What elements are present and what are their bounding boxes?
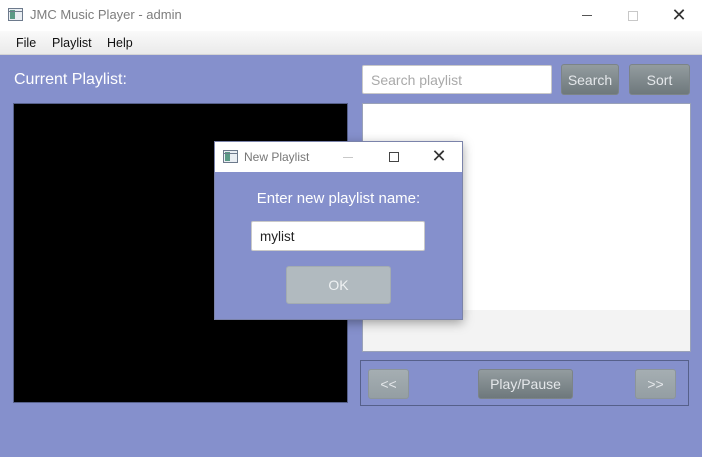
previous-button[interactable]: << — [368, 369, 409, 399]
dialog-title: New Playlist — [244, 150, 310, 164]
maximize-icon — [389, 152, 399, 162]
play-pause-button[interactable]: Play/Pause — [478, 369, 573, 399]
dialog-app-icon — [223, 150, 238, 163]
dialog-maximize-button[interactable] — [371, 142, 417, 172]
maximize-icon — [628, 10, 638, 21]
menu-file[interactable]: File — [16, 36, 36, 50]
window-titlebar: JMC Music Player - admin ✕ — [0, 0, 702, 31]
menu-help[interactable]: Help — [107, 36, 133, 50]
close-icon: ✕ — [671, 4, 687, 26]
current-playlist-label: Current Playlist: — [14, 71, 127, 88]
search-input[interactable] — [362, 65, 552, 94]
menu-bar: File Playlist Help — [0, 31, 702, 55]
minimize-icon — [343, 156, 353, 158]
close-button[interactable]: ✕ — [656, 0, 702, 31]
playback-controls: << Play/Pause >> — [360, 360, 689, 406]
maximize-button[interactable] — [610, 0, 656, 31]
playlist-name-input[interactable] — [251, 221, 425, 251]
ok-button[interactable]: OK — [286, 266, 391, 304]
app-icon — [8, 8, 23, 21]
dialog-close-button[interactable]: ✕ — [416, 142, 462, 172]
minimize-button[interactable] — [564, 0, 610, 31]
next-button[interactable]: >> — [635, 369, 676, 399]
search-button[interactable]: Search — [561, 64, 619, 95]
dialog-prompt: Enter new playlist name: — [256, 190, 421, 207]
dialog-titlebar: New Playlist ✕ — [215, 142, 462, 172]
close-icon: ✕ — [431, 146, 447, 167]
sort-button[interactable]: Sort — [629, 64, 690, 95]
menu-playlist[interactable]: Playlist — [52, 36, 92, 50]
window-title: JMC Music Player - admin — [30, 7, 182, 22]
minimize-icon — [582, 15, 592, 16]
dialog-minimize-button — [325, 142, 371, 172]
new-playlist-dialog: New Playlist ✕ Enter new playlist name: … — [214, 141, 463, 320]
